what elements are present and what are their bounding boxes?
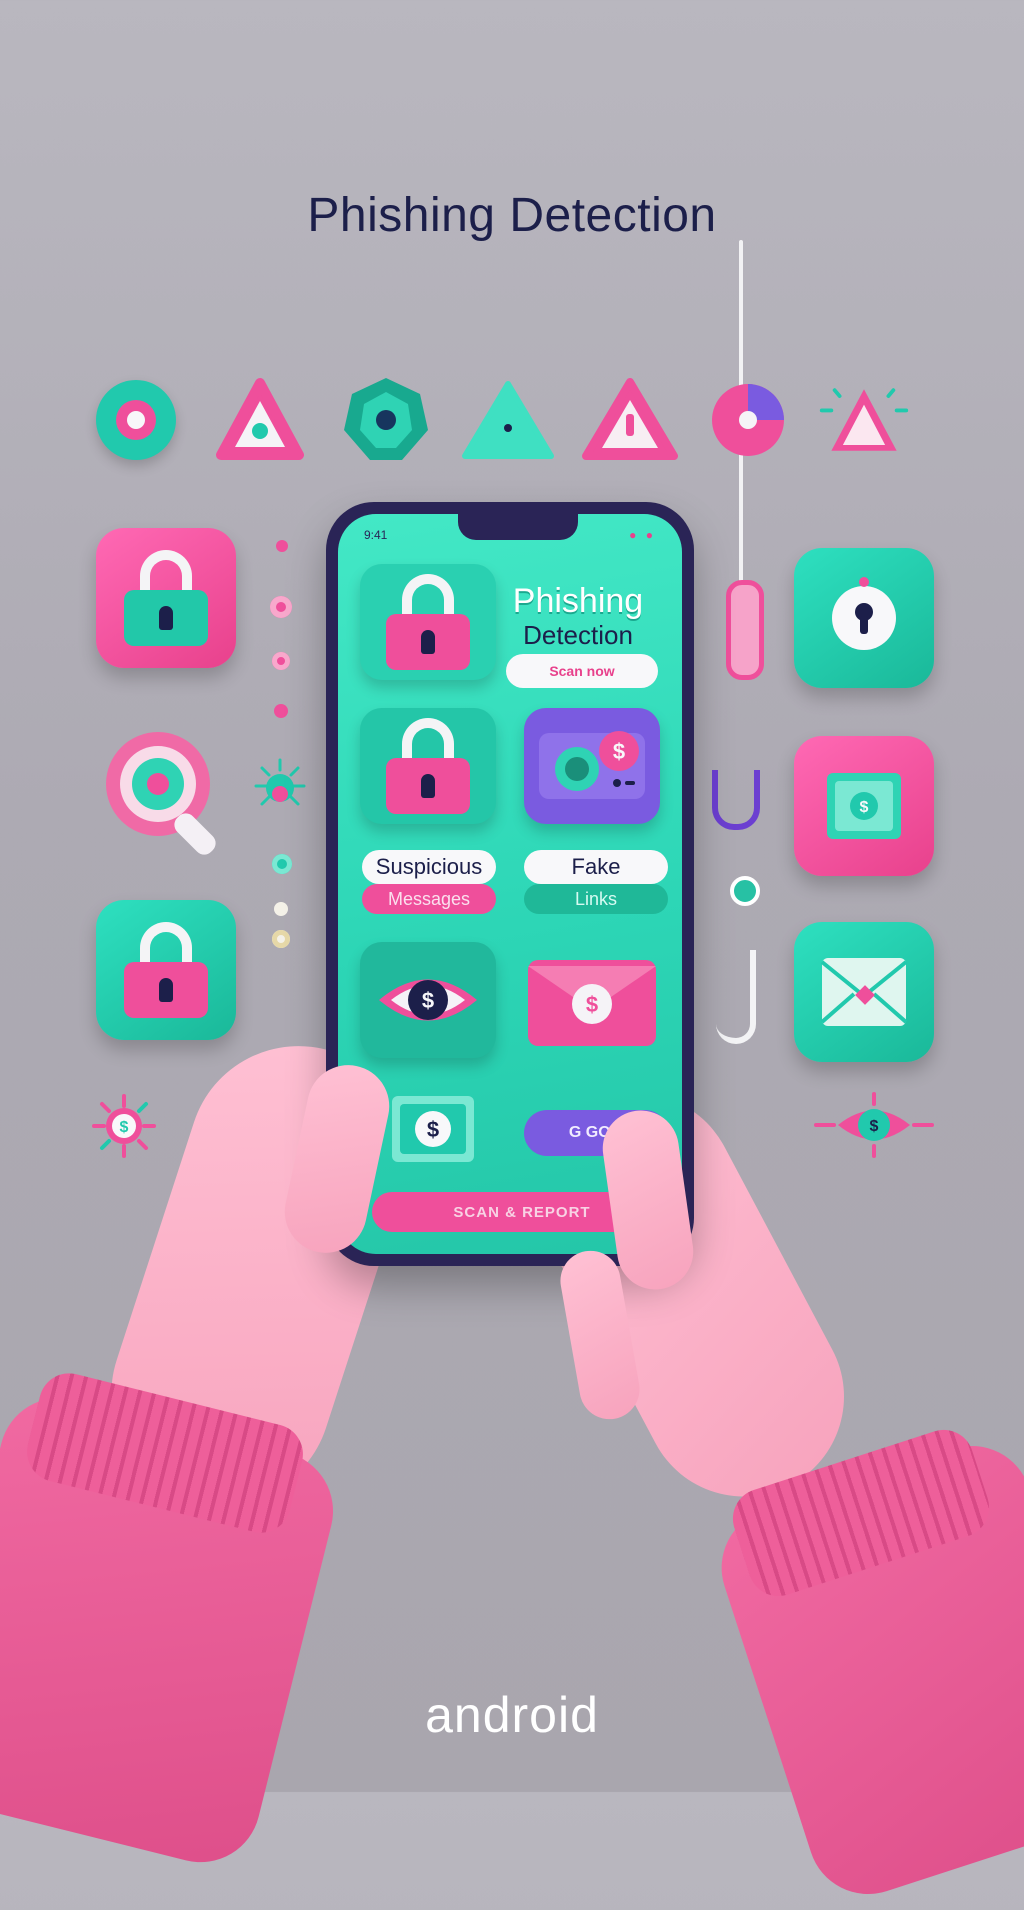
padlock-icon <box>386 718 470 814</box>
scan-button[interactable]: Scan now <box>506 654 658 688</box>
suspicious-messages-sub[interactable]: Messages <box>362 884 496 914</box>
target-icon <box>88 372 184 468</box>
status-icons: ● ● <box>629 528 656 542</box>
padlock-tile <box>96 528 236 668</box>
svg-text:$: $ <box>586 992 598 1017</box>
fake-links-sub[interactable]: Links <box>524 884 668 914</box>
payment-tile[interactable]: $ <box>524 708 660 824</box>
svg-text:$: $ <box>427 1117 439 1142</box>
padlock-icon <box>124 922 208 1018</box>
fake-links-label[interactable]: Fake <box>524 850 668 884</box>
hook-bead-icon <box>730 876 760 906</box>
warning-sparkle-icon <box>816 372 912 468</box>
decor-dot <box>272 652 290 670</box>
envelope-icon: $ <box>528 960 656 1046</box>
magnifier-icon <box>96 722 236 862</box>
svg-text:$: $ <box>613 739 625 764</box>
cash-icon: $ <box>388 1086 478 1170</box>
bug-icon <box>250 756 310 816</box>
fishing-hook-icon <box>712 770 760 830</box>
cash-icon: $ <box>827 773 901 839</box>
svg-text:$: $ <box>870 1118 879 1135</box>
padlock-tile <box>96 900 236 1040</box>
app-title: Phishing <box>512 582 644 620</box>
phone-notch <box>458 514 578 540</box>
keyhole-icon <box>832 577 896 650</box>
money-card-icon: $ <box>539 731 645 799</box>
decor-dot <box>276 540 288 552</box>
decor-dot <box>272 854 292 874</box>
svg-text:$: $ <box>860 799 869 816</box>
android-brand: android <box>425 1687 599 1743</box>
cash-tile: $ <box>794 736 934 876</box>
mail-tile[interactable]: $ <box>524 942 660 1058</box>
lock-tile[interactable] <box>360 708 496 824</box>
page-title: Phishing Detection <box>307 189 717 242</box>
decor-dot <box>272 930 290 948</box>
envelope-tile <box>794 922 934 1062</box>
alert-triangle-icon <box>212 372 308 468</box>
envelope-icon <box>820 958 908 1026</box>
decor-dot <box>270 596 292 618</box>
pie-icon <box>700 372 796 468</box>
svg-text:$: $ <box>422 988 434 1013</box>
padlock-icon <box>386 574 470 670</box>
decor-dot <box>274 704 288 718</box>
dollar-virus-icon: $ <box>92 1094 156 1158</box>
dollar-eye-icon: $ <box>812 1090 936 1160</box>
padlock-icon <box>124 550 208 646</box>
lock-tile[interactable] <box>360 564 496 680</box>
fishing-hook-icon <box>726 580 764 680</box>
app-subtitle: Detection <box>523 620 633 650</box>
triangle-icon <box>460 372 556 468</box>
eye-dollar-tile[interactable]: $ <box>360 942 496 1058</box>
warning-icon <box>582 372 678 468</box>
status-time: 9:41 <box>364 528 388 542</box>
gem-icon <box>338 372 434 468</box>
decor-dot <box>274 902 288 916</box>
suspicious-messages-label[interactable]: Suspicious <box>362 850 496 884</box>
fishing-hook-icon <box>716 950 756 1044</box>
eye-dollar-icon: $ <box>379 979 477 1021</box>
svg-text:$: $ <box>120 1119 129 1136</box>
keyhole-tile <box>794 548 934 688</box>
